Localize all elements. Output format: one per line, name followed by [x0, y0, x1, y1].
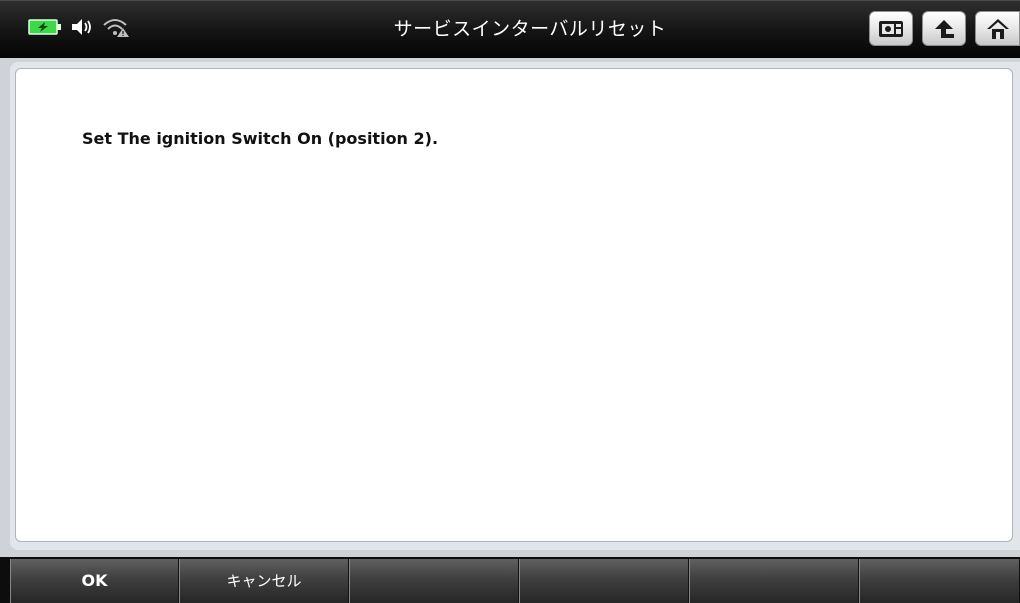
soft-key-4[interactable]	[519, 559, 689, 603]
page-title: サービスインターバルリセット	[393, 18, 667, 40]
back-arrow-icon	[932, 17, 956, 41]
soft-key-3[interactable]	[349, 559, 519, 603]
soft-key-6[interactable]	[859, 559, 1020, 603]
ok-button[interactable]: OK	[10, 559, 179, 603]
status-icons	[28, 18, 130, 40]
screenshot-icon	[877, 18, 905, 40]
title-bar: サービスインターバルリセット	[0, 0, 1020, 58]
screenshot-button[interactable]	[869, 11, 913, 46]
instruction-message: Set The ignition Switch On (position 2).	[82, 129, 439, 148]
message-panel: Set The ignition Switch On (position 2).	[15, 68, 1013, 542]
bottom-bar: OK キャンセル	[0, 557, 1020, 603]
home-button[interactable]	[975, 11, 1020, 46]
app-window: サービスインターバルリセット Set The ignition Switch O…	[0, 0, 1020, 603]
speaker-icon	[70, 17, 94, 41]
wifi-warning-icon	[102, 16, 130, 42]
home-icon	[986, 17, 1010, 41]
cancel-button[interactable]: キャンセル	[179, 559, 349, 603]
soft-key-5[interactable]	[689, 559, 859, 603]
back-button[interactable]	[922, 11, 966, 46]
battery-charging-icon	[28, 18, 62, 40]
